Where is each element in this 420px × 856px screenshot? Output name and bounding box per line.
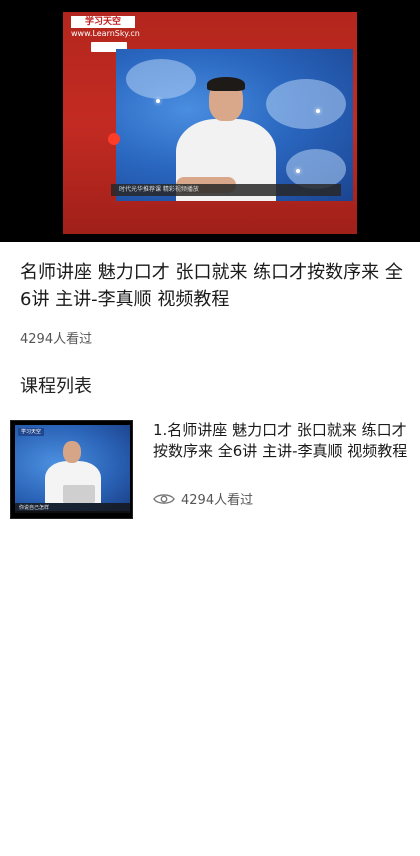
list-item[interactable]: 学习天空 你说自己怎样 1.名师讲座 魅力口才 张口就来 练口才按数序来 全6讲… xyxy=(10,420,410,520)
lesson-title[interactable]: 1.名师讲座 魅力口才 张口就来 练口才按数序来 全6讲 主讲-李真顺 视频教程 xyxy=(153,420,411,462)
channel-logo: 学习天空 www.LearnSky.cn xyxy=(71,16,140,52)
eye-icon xyxy=(153,493,175,504)
course-title: 名师讲座 魅力口才 张口就来 练口才按数序来 全6讲 主讲-李真顺 视频教程 xyxy=(20,262,403,310)
course-list-heading: 课程列表 xyxy=(20,376,92,397)
laptop-icon xyxy=(63,485,95,503)
logo-url: www.LearnSky.cn xyxy=(71,29,140,38)
video-caption: 时代光华推荐课 精彩视频播放 xyxy=(111,184,341,196)
lesson-view-count: 4294人看过 xyxy=(153,489,253,508)
video-player[interactable]: 学习天空 www.LearnSky.cn 时代光华推荐课 精彩视频播放 xyxy=(0,0,420,242)
logo-text: 学习天空 xyxy=(71,16,135,28)
course-view-count: 4294人看过 xyxy=(20,332,93,347)
lesson-view-text: 4294人看过 xyxy=(181,493,254,508)
thumbnail-caption: 你说自己怎样 xyxy=(15,503,130,513)
video-frame: 学习天空 www.LearnSky.cn 时代光华推荐课 精彩视频播放 xyxy=(63,12,357,234)
lesson-thumbnail[interactable]: 学习天空 你说自己怎样 xyxy=(10,420,133,519)
presenter xyxy=(176,77,276,201)
video-frame-image xyxy=(116,49,353,201)
decor-lantern xyxy=(108,133,120,145)
thumbnail-logo: 学习天空 xyxy=(18,428,44,436)
